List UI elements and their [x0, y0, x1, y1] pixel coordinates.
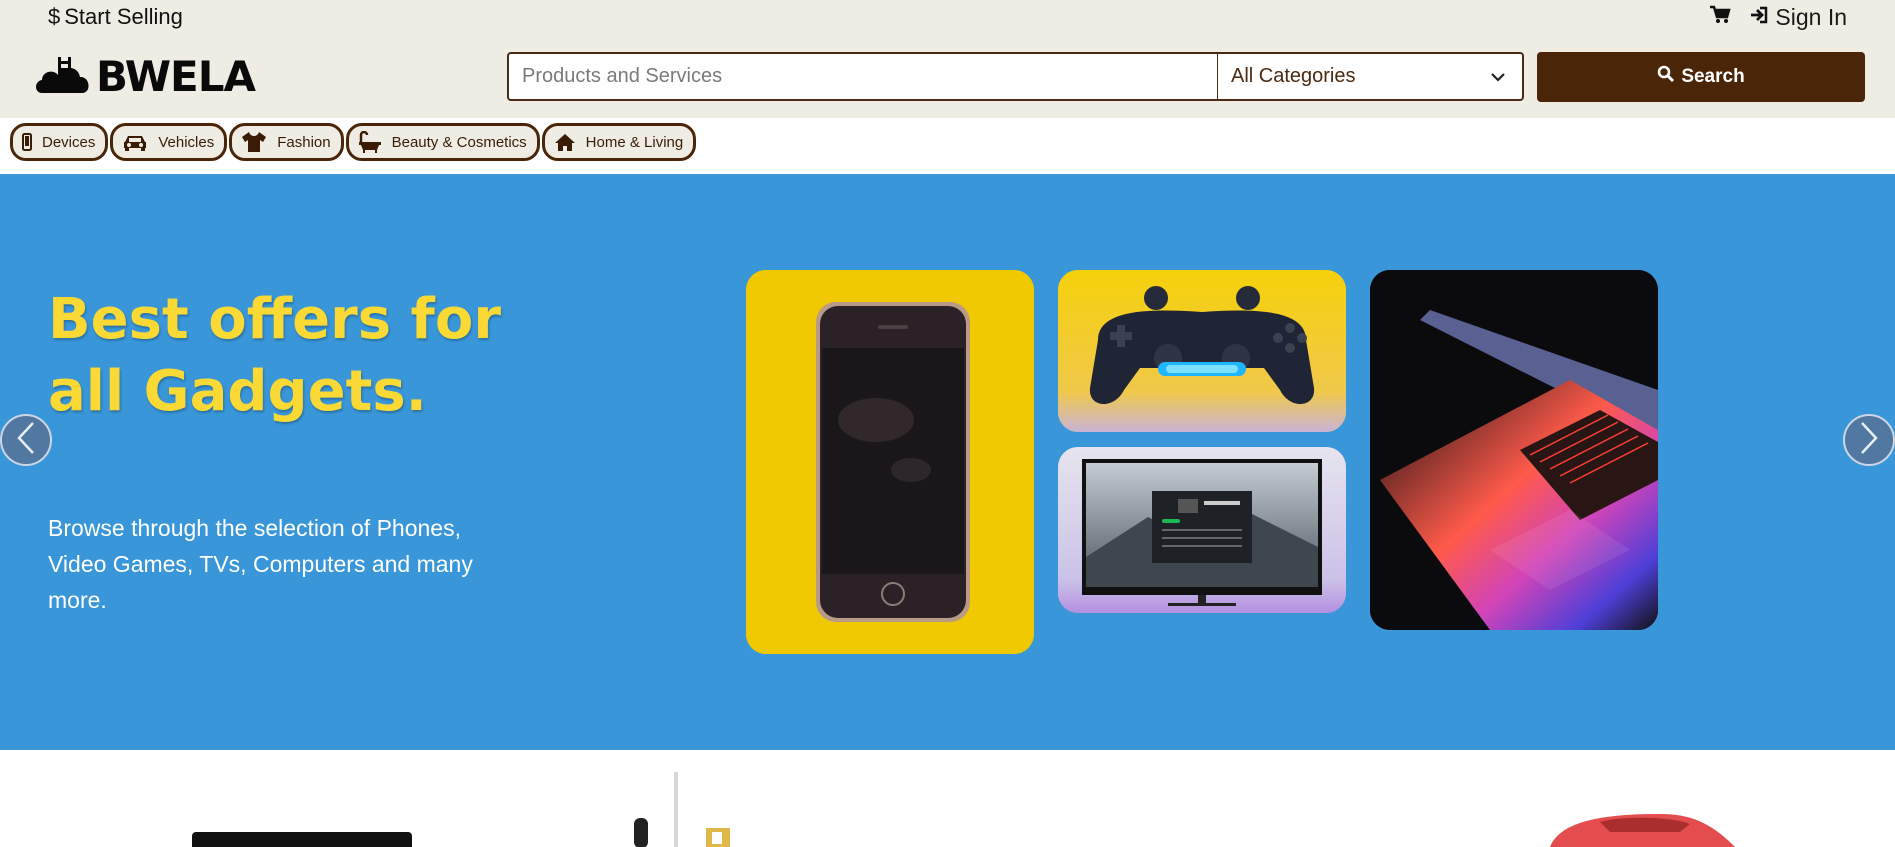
category-label: Devices	[42, 133, 96, 151]
search-bar: All Categories	[507, 52, 1524, 101]
category-select[interactable]: All Categories	[1217, 54, 1522, 99]
tv-image	[1058, 447, 1346, 613]
category-label: Beauty & Cosmetics	[391, 133, 527, 151]
category-select-value: All Categories	[1231, 65, 1356, 87]
category-nav: Devices Vehicles Fashion Beauty & Cosmet…	[10, 123, 697, 161]
category-devices[interactable]: Devices	[10, 123, 109, 161]
dollar-icon: $	[48, 4, 61, 29]
category-label: Fashion	[277, 133, 331, 151]
category-home-living[interactable]: Home & Living	[541, 123, 697, 161]
mobile-phone-icon	[22, 133, 32, 151]
category-label: Home & Living	[585, 133, 684, 151]
bathtub-icon	[358, 131, 382, 153]
chevron-right-icon	[1858, 421, 1880, 460]
category-fashion[interactable]: Fashion	[229, 123, 344, 161]
car-icon	[122, 133, 148, 151]
sign-in-icon	[1749, 4, 1769, 31]
hero-title: Best offers for all Gadgets.	[48, 287, 501, 424]
chevron-down-icon	[1490, 65, 1506, 88]
hero-subtitle: Browse through the selection of Phones, …	[48, 515, 473, 613]
preview-car-product	[1540, 752, 1740, 847]
logo-text: BWELA	[96, 52, 256, 101]
hero-carousel: Best offers for all Gadgets. Browse thro…	[0, 174, 1895, 750]
gamepad-image	[1058, 270, 1346, 432]
search-button-label: Search	[1681, 66, 1745, 87]
header-actions: Sign In	[1709, 4, 1847, 31]
start-selling-label: Start Selling	[64, 4, 183, 29]
search-input[interactable]	[509, 54, 1217, 99]
phone-image	[746, 270, 1034, 654]
home-icon	[554, 133, 576, 151]
logo[interactable]: BWELA	[34, 52, 256, 101]
category-beauty-cosmetics[interactable]: Beauty & Cosmetics	[345, 123, 540, 161]
search-button[interactable]: Search	[1537, 52, 1865, 102]
chevron-left-icon	[15, 421, 37, 460]
category-vehicles[interactable]: Vehicles	[110, 123, 228, 161]
cart-icon[interactable]	[1709, 4, 1732, 31]
sign-in-label: Sign In	[1775, 4, 1847, 30]
carousel-prev-button[interactable]	[0, 414, 52, 466]
sign-in-link[interactable]: Sign In	[1749, 4, 1847, 31]
preview-cosmetics-product	[630, 752, 740, 847]
carousel-next-button[interactable]	[1843, 414, 1895, 466]
header: $ Start Selling Sign In BWELA Products a…	[0, 0, 1895, 161]
start-selling-link[interactable]: $ Start Selling	[48, 4, 183, 30]
preview-tv-product	[190, 752, 420, 847]
category-label: Vehicles	[158, 133, 215, 151]
t-shirt-icon	[241, 131, 267, 153]
cloud-logo-icon	[34, 53, 92, 100]
search-icon	[1657, 65, 1675, 89]
laptop-image	[1370, 270, 1658, 630]
